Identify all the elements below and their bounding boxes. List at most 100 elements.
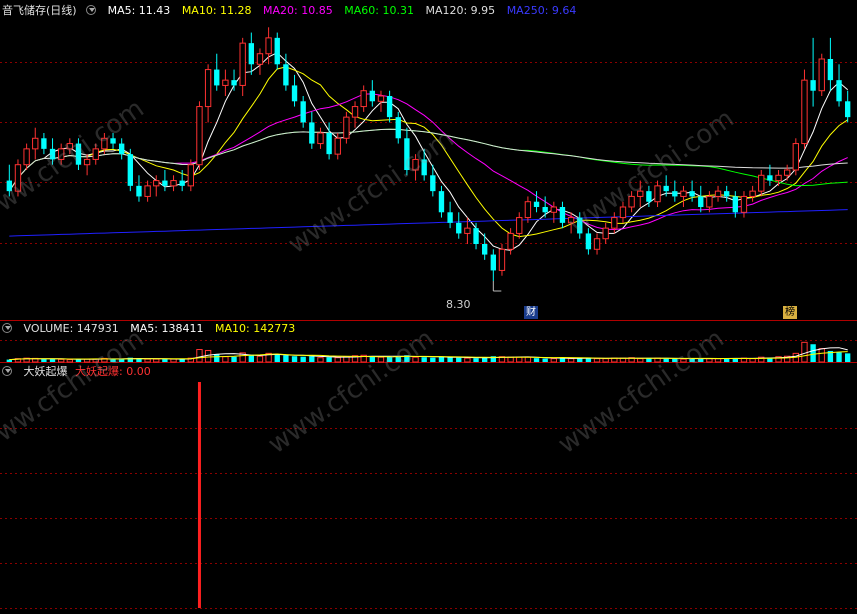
candle-body <box>663 185 669 192</box>
candle-body <box>464 227 471 234</box>
ma10-label: MA10: 11.28 <box>181 4 252 17</box>
candle-body <box>351 106 359 118</box>
candle-body <box>343 116 350 139</box>
volume-bar <box>41 359 47 362</box>
candle-body <box>689 191 695 197</box>
candle-body <box>6 180 13 192</box>
volume-bar <box>456 357 462 362</box>
candle-body <box>196 106 203 166</box>
indicator-panel-header: 大妖起爆 大妖起爆: 0.00 <box>2 365 159 379</box>
volume-bar <box>162 359 168 362</box>
candle-body <box>309 122 315 144</box>
volume-bar <box>723 358 730 362</box>
candle-body <box>680 190 687 197</box>
indicator-collapse-icon[interactable] <box>2 366 12 376</box>
volume-ma10-line <box>9 351 848 361</box>
candle-body <box>507 232 514 250</box>
candle-body <box>317 132 324 145</box>
volume-bar <box>291 356 298 362</box>
candle-body <box>550 206 558 213</box>
candle-body <box>421 159 427 176</box>
volume-bar <box>464 357 471 363</box>
stock-title: 音飞储存(日线) <box>2 4 77 17</box>
candle-body <box>567 217 575 224</box>
volume-bar <box>749 358 756 363</box>
volume-collapse-icon[interactable] <box>2 323 12 333</box>
volume-bar <box>663 358 669 362</box>
candle-body <box>326 133 332 155</box>
candle-body <box>706 195 713 208</box>
candle-body <box>646 191 652 202</box>
candle-body <box>602 227 609 240</box>
candle-body <box>66 143 74 150</box>
volume-bar <box>66 359 74 363</box>
candle-body <box>32 137 39 150</box>
volume-bar <box>602 358 609 363</box>
volume-bar <box>153 358 160 363</box>
volume-bar <box>672 358 678 362</box>
volume-label: VOLUME: 147931 <box>23 322 119 335</box>
volume-bar <box>57 358 65 363</box>
ma20-line <box>8 93 848 231</box>
volume-bar <box>481 357 488 362</box>
volume-bar <box>818 348 825 363</box>
volume-bar <box>524 356 532 363</box>
indicator-name: 大妖起爆 <box>23 365 68 378</box>
volume-bar <box>248 354 255 362</box>
candle-body <box>222 79 229 86</box>
candle-body <box>377 95 385 102</box>
candle-body <box>231 80 237 86</box>
volume-bar <box>377 356 385 363</box>
volume-bar <box>680 358 687 363</box>
volume-bar <box>507 356 514 363</box>
ma10-line <box>8 66 848 238</box>
volume-bar <box>593 358 601 363</box>
volume-bar <box>412 356 419 363</box>
candle-body <box>844 101 851 118</box>
volume-bar <box>231 356 237 362</box>
candle-body <box>395 117 401 139</box>
candle-body <box>801 79 808 145</box>
candle-body <box>836 80 842 102</box>
candle-body <box>256 53 264 65</box>
volume-bar <box>170 358 177 363</box>
volume-bar <box>706 358 713 363</box>
candle-body <box>214 69 220 86</box>
ma20-label: MA20: 10.85 <box>263 4 333 17</box>
candle-body <box>732 196 739 213</box>
ma250-line <box>9 209 848 237</box>
candle-body <box>654 185 661 203</box>
volume-bar <box>421 357 427 362</box>
candle-body <box>49 148 56 160</box>
candle-body <box>542 207 548 213</box>
volume-bar <box>317 357 324 363</box>
volume-bar <box>637 358 644 363</box>
volume-bar <box>567 358 575 363</box>
candle-body <box>334 137 341 155</box>
candle-body <box>740 195 748 213</box>
volume-bar <box>430 357 436 362</box>
candle-body <box>83 158 91 166</box>
volume-ma5-label: MA5: 138411 <box>130 322 204 335</box>
ma60-label: MA60: 10.31 <box>344 4 414 17</box>
candle-body <box>248 43 255 65</box>
candle-body <box>14 164 22 192</box>
volume-bar <box>550 358 558 363</box>
volume-bar <box>309 356 315 362</box>
collapse-toggle-icon[interactable] <box>86 5 97 15</box>
candle-body <box>136 185 142 197</box>
candle-body <box>498 248 506 271</box>
volume-bar <box>110 359 116 362</box>
volume-bar <box>714 358 722 363</box>
volume-bar <box>256 355 264 363</box>
volume-ma10-label: MA10: 142773 <box>214 322 296 335</box>
candle-body <box>593 238 601 250</box>
candle-body <box>827 59 834 81</box>
candle-body <box>698 196 704 207</box>
candle-body <box>438 191 445 213</box>
ranking-badge[interactable]: 榜 <box>783 306 797 319</box>
candle-body <box>628 195 635 208</box>
candle-body <box>481 244 488 255</box>
ma250-label: MA250: 9.64 <box>506 4 577 17</box>
finance-badge[interactable]: 财 <box>524 306 538 319</box>
